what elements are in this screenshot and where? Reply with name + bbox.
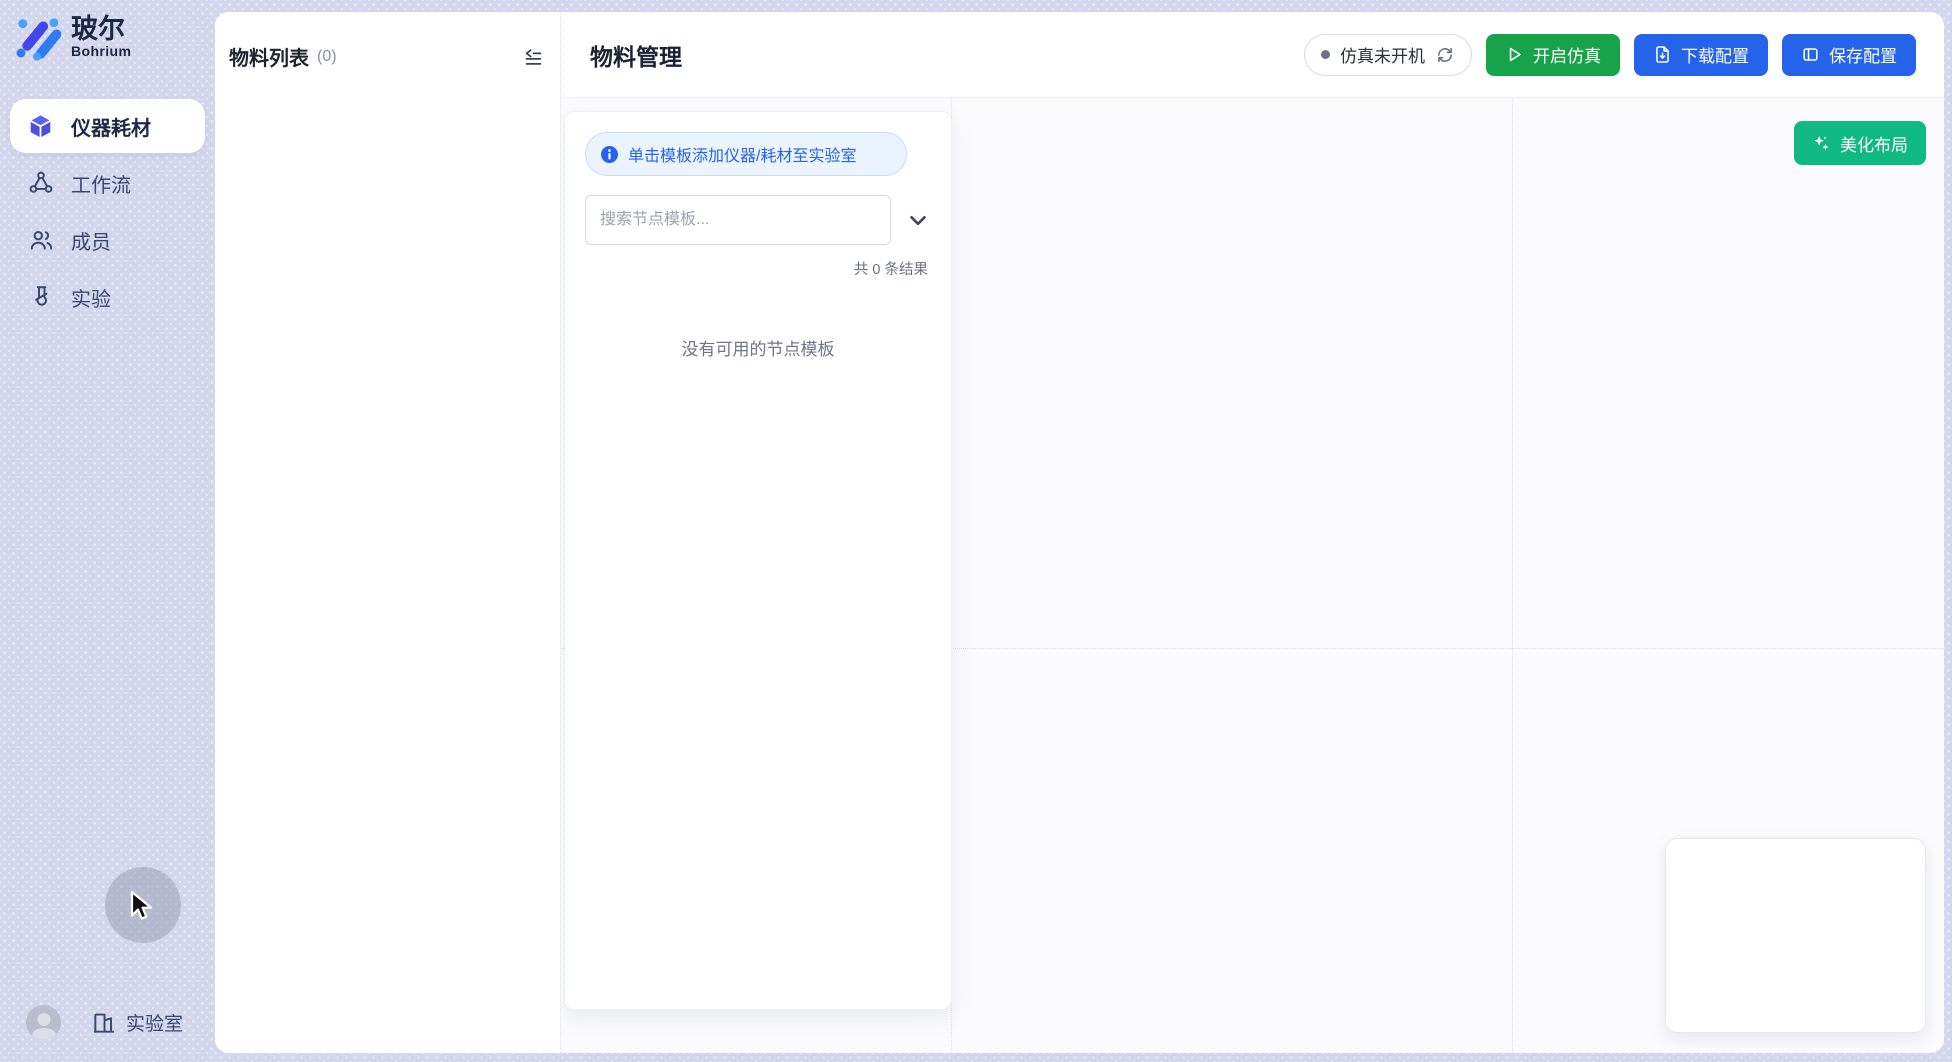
layout-canvas[interactable]: 单击模板添加仪器/耗材至实验室 共 0 条结果 没有可用的节点模板 bbox=[562, 98, 1944, 1053]
sidebar-footer: 实验室 bbox=[0, 1005, 215, 1040]
minimap-card[interactable] bbox=[1665, 838, 1926, 1033]
save-icon bbox=[1801, 45, 1820, 64]
sidebar-item-label: 成员 bbox=[71, 226, 111, 255]
beautify-layout-label: 美化布局 bbox=[1840, 131, 1908, 156]
members-icon bbox=[27, 227, 54, 254]
sidebar-item-experiment[interactable]: 实验 bbox=[10, 270, 205, 324]
outdent-icon bbox=[522, 46, 544, 68]
simulation-status-label: 仿真未开机 bbox=[1340, 42, 1425, 67]
template-hint-banner: 单击模板添加仪器/耗材至实验室 bbox=[585, 132, 907, 176]
materials-list-panel: 物料列表 (0) bbox=[215, 12, 561, 1053]
brand-name-en: Bohrium bbox=[71, 43, 131, 59]
canvas-gridline bbox=[1512, 98, 1513, 1053]
main-area: 物料管理 仿真未开机 bbox=[562, 12, 1944, 1053]
brand-name-zh: 玻尔 bbox=[71, 15, 131, 43]
template-hint-text: 单击模板添加仪器/耗材至实验室 bbox=[628, 142, 856, 166]
brand-logo: 玻尔 Bohrium bbox=[0, 0, 215, 61]
main-header: 物料管理 仿真未开机 bbox=[562, 12, 1944, 98]
save-config-button[interactable]: 保存配置 bbox=[1782, 34, 1916, 76]
search-input[interactable] bbox=[585, 195, 891, 245]
template-search-row bbox=[585, 195, 931, 245]
result-count: 共 0 条结果 bbox=[585, 258, 931, 279]
sidebar-item-label: 实验 bbox=[71, 283, 111, 312]
download-config-label: 下载配置 bbox=[1681, 42, 1749, 67]
start-simulation-label: 开启仿真 bbox=[1533, 42, 1601, 67]
cube-icon bbox=[27, 113, 54, 140]
sidebar-nav: 仪器耗材 工作流 bbox=[0, 99, 215, 324]
refresh-icon bbox=[1435, 45, 1455, 65]
info-icon bbox=[601, 146, 618, 163]
building-icon bbox=[91, 1010, 117, 1036]
experiment-icon bbox=[27, 284, 54, 311]
save-config-label: 保存配置 bbox=[1829, 42, 1897, 67]
sidebar-item-workflow[interactable]: 工作流 bbox=[10, 156, 205, 210]
refresh-status-button[interactable] bbox=[1435, 45, 1455, 65]
materials-list-title: 物料列表 bbox=[229, 42, 309, 71]
header-actions: 仿真未开机 bbox=[1304, 34, 1916, 76]
sparkles-icon bbox=[1812, 134, 1831, 153]
sidebar-item-label: 工作流 bbox=[71, 169, 131, 198]
lab-switcher[interactable]: 实验室 bbox=[91, 1009, 183, 1036]
node-template-panel: 单击模板添加仪器/耗材至实验室 共 0 条结果 没有可用的节点模板 bbox=[564, 111, 952, 1010]
materials-list-count: (0) bbox=[317, 48, 337, 66]
simulation-status-pill: 仿真未开机 bbox=[1304, 34, 1472, 76]
page-title: 物料管理 bbox=[590, 38, 682, 72]
collapse-panel-button[interactable] bbox=[520, 44, 546, 70]
brand-text: 玻尔 Bohrium bbox=[71, 15, 131, 59]
download-config-button[interactable]: 下载配置 bbox=[1634, 34, 1768, 76]
start-simulation-button[interactable]: 开启仿真 bbox=[1486, 34, 1620, 76]
sidebar-item-label: 仪器耗材 bbox=[71, 112, 151, 141]
workflow-icon bbox=[27, 170, 54, 197]
app-root: 玻尔 Bohrium 仪器耗材 bbox=[0, 0, 1952, 1062]
lab-label: 实验室 bbox=[126, 1009, 183, 1036]
empty-state-text: 没有可用的节点模板 bbox=[585, 335, 931, 360]
status-dot-icon bbox=[1321, 50, 1330, 59]
bohrium-logo-icon bbox=[13, 13, 61, 61]
expand-filters-button[interactable] bbox=[905, 207, 931, 233]
sidebar-item-instruments[interactable]: 仪器耗材 bbox=[10, 99, 205, 153]
chevron-down-icon bbox=[905, 207, 931, 233]
beautify-layout-button[interactable]: 美化布局 bbox=[1794, 121, 1926, 165]
content-window: 物料列表 (0) 物料管理 仿真 bbox=[215, 12, 1944, 1053]
sidebar-item-members[interactable]: 成员 bbox=[10, 213, 205, 267]
play-icon bbox=[1505, 45, 1524, 64]
user-avatar[interactable] bbox=[26, 1005, 61, 1040]
sidebar: 玻尔 Bohrium 仪器耗材 bbox=[0, 0, 215, 1062]
file-download-icon bbox=[1653, 45, 1672, 64]
